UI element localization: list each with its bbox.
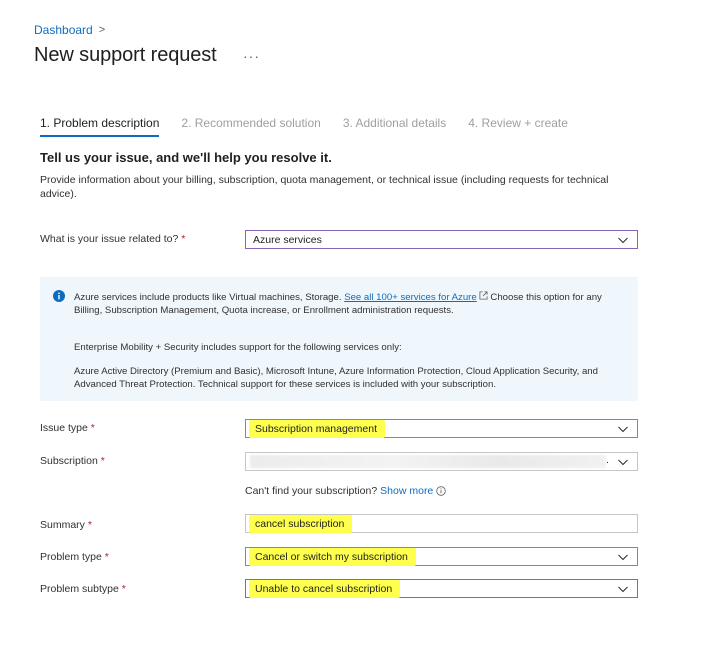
tab-additional-details[interactable]: 3. Additional details (343, 116, 446, 137)
summary-label: Summary * (40, 519, 92, 531)
section-description: Provide information about your billing, … (40, 174, 609, 200)
problem-subtype-value: Unable to cancel subscription (249, 579, 401, 598)
summary-value: cancel subscription (249, 514, 353, 533)
info-icon (53, 290, 65, 302)
tab-recommended-solution[interactable]: 2. Recommended solution (181, 116, 320, 137)
summary-input[interactable]: cancel subscription (245, 514, 638, 533)
problem-subtype-dropdown[interactable]: Unable to cancel subscription (245, 579, 638, 598)
breadcrumb-chevron-icon: > (98, 24, 106, 36)
external-link-icon (479, 291, 488, 300)
tab-problem-description[interactable]: 1. Problem description (40, 116, 160, 137)
issue-type-value: Subscription management (249, 419, 385, 438)
info-circle-icon[interactable] (436, 486, 446, 496)
breadcrumb-dashboard-link[interactable]: Dashboard (34, 23, 93, 37)
wizard-tabs: 1. Problem description 2. Recommended so… (40, 116, 590, 137)
issue-related-label: What is your issue related to? * (40, 233, 186, 245)
issue-related-dropdown[interactable]: Azure services (245, 230, 638, 249)
show-more-link[interactable]: Show more (380, 485, 433, 497)
problem-type-dropdown[interactable]: Cancel or switch my subscription (245, 547, 638, 566)
info-paragraph-ems-services: Azure Active Directory (Premium and Basi… (74, 366, 598, 390)
more-options-button[interactable]: ··· (243, 48, 260, 64)
problem-type-value: Cancel or switch my subscription (249, 547, 416, 566)
see-all-services-link[interactable]: See all 100+ services for Azure (344, 292, 477, 303)
tab-review-create[interactable]: 4. Review + create (468, 116, 568, 137)
redacted-subscription (250, 455, 606, 468)
chevron-down-icon (618, 554, 628, 561)
issue-related-value: Azure services (253, 233, 322, 246)
subscription-dropdown[interactable]: . (245, 452, 638, 471)
issue-type-dropdown[interactable]: Subscription management (245, 419, 638, 438)
breadcrumb: Dashboard > (34, 23, 105, 37)
problem-subtype-label: Problem subtype * (40, 583, 126, 595)
cant-find-subscription: Can't find your subscription? Show more (245, 485, 446, 497)
info-paragraph-ems: Enterprise Mobility + Security includes … (74, 342, 402, 353)
subscription-label: Subscription * (40, 455, 105, 467)
chevron-down-icon (618, 237, 628, 244)
issue-type-label: Issue type * (40, 422, 95, 434)
chevron-down-icon (618, 459, 628, 466)
section-heading: Tell us your issue, and we'll help you r… (40, 150, 332, 165)
info-paragraph-services: Azure services include products like Vir… (74, 291, 602, 316)
chevron-down-icon (618, 426, 628, 433)
problem-type-label: Problem type * (40, 551, 109, 563)
page-title: New support request (34, 44, 217, 66)
info-box: Azure services include products like Vir… (40, 277, 638, 401)
chevron-down-icon (618, 586, 628, 593)
